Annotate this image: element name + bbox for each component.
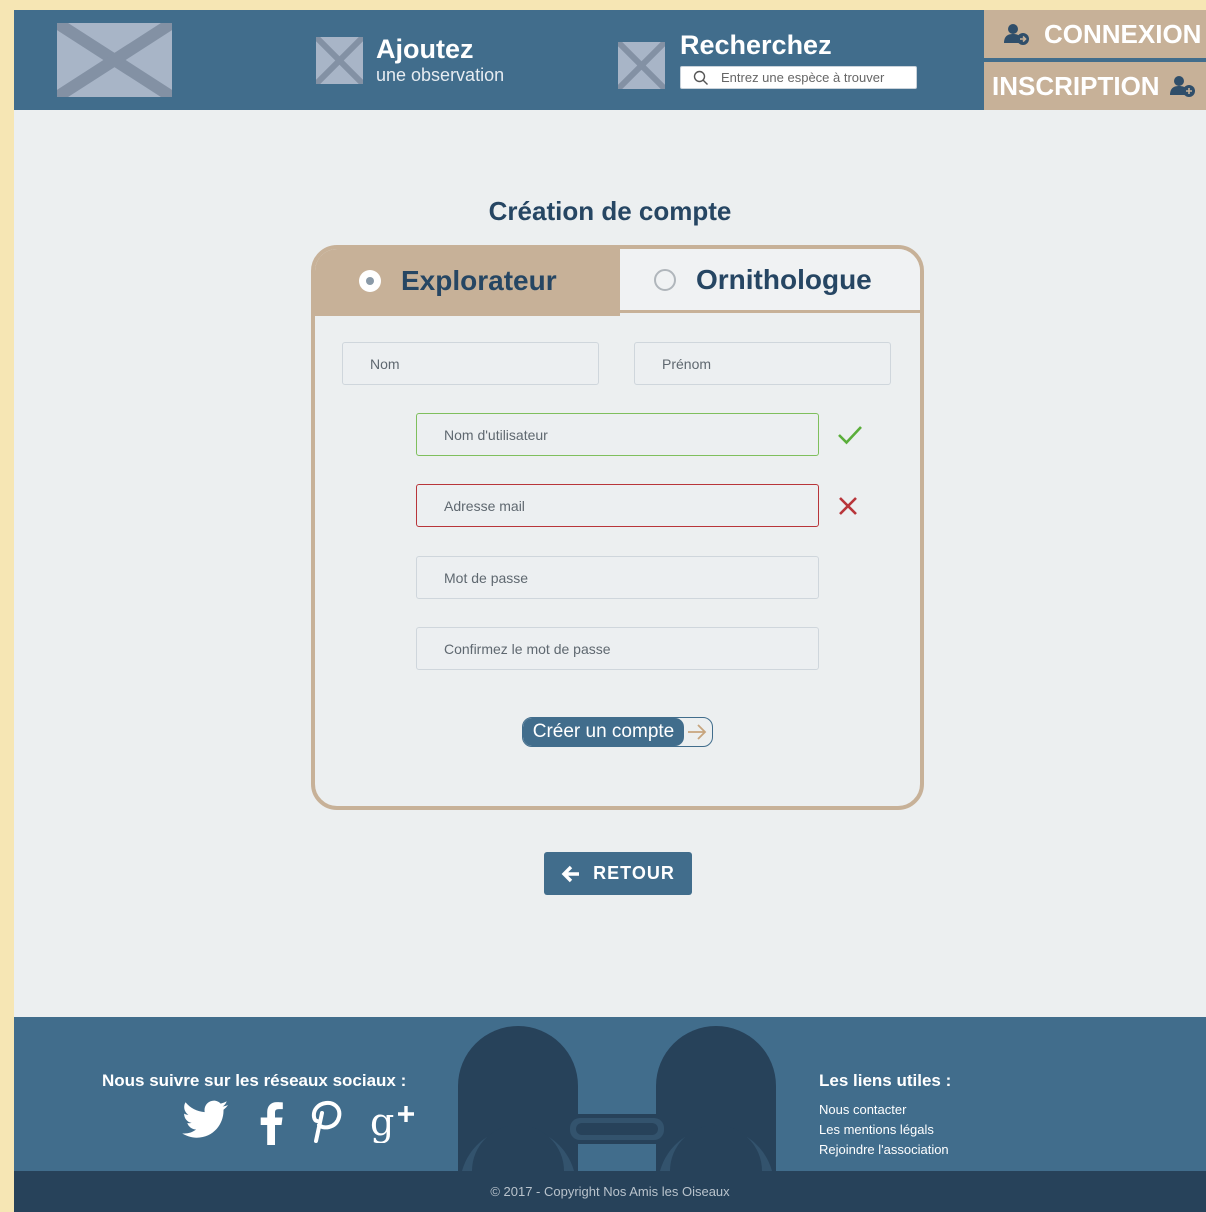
- pinterest-icon[interactable]: [310, 1099, 344, 1143]
- tab-explorateur[interactable]: Explorateur: [315, 249, 620, 313]
- page-title: Création de compte: [488, 196, 732, 226]
- radio-unselected-icon[interactable]: [654, 268, 676, 291]
- inscription-label: INSCRIPTION: [992, 70, 1160, 101]
- link-mentions-legales[interactable]: Les mentions légals: [819, 1122, 934, 1137]
- social-icons: g: [182, 1099, 422, 1147]
- links-title: Les liens utiles :: [819, 1071, 952, 1090]
- search-input[interactable]: [721, 68, 911, 87]
- social-title: Nous suivre sur les réseaux sociaux :: [102, 1071, 407, 1090]
- search-icon: [693, 70, 708, 85]
- username-field[interactable]: [416, 413, 819, 456]
- add-observation-title[interactable]: Ajoutez: [376, 34, 474, 65]
- prenom-field[interactable]: [634, 342, 891, 385]
- back-button[interactable]: RETOUR: [544, 852, 692, 895]
- email-input[interactable]: [417, 485, 818, 526]
- twitter-icon[interactable]: [182, 1099, 230, 1143]
- search-placeholder-image: [618, 42, 665, 89]
- header: Ajoutez une observation Recherchez CONNE…: [14, 10, 1206, 110]
- user-add-icon: [1169, 76, 1195, 97]
- prenom-input[interactable]: [635, 343, 890, 384]
- password-input[interactable]: [417, 557, 818, 598]
- radio-selected-icon[interactable]: [359, 270, 381, 292]
- error-cross-icon: [839, 497, 857, 515]
- back-label: RETOUR: [593, 863, 675, 883]
- page: Ajoutez une observation Recherchez CONNE…: [14, 10, 1206, 1212]
- link-contact[interactable]: Nous contacter: [819, 1102, 906, 1117]
- search-box[interactable]: [680, 66, 917, 89]
- add-observation-subtitle[interactable]: une observation: [376, 65, 504, 86]
- tab-explorateur-label: Explorateur: [401, 265, 557, 296]
- arrow-right-icon: [688, 724, 707, 740]
- nom-field[interactable]: [342, 342, 599, 385]
- copyright-text: © 2017 - Copyright Nos Amis les Oiseaux: [490, 1184, 730, 1199]
- binoculars-illustration: [458, 1026, 776, 1171]
- search-title: Recherchez: [680, 30, 832, 60]
- confirm-password-field[interactable]: [416, 627, 819, 670]
- svg-text:g: g: [370, 1100, 394, 1143]
- connexion-label: CONNEXION: [1044, 18, 1202, 49]
- tab-divider: [315, 313, 620, 316]
- logo-placeholder-image[interactable]: [57, 23, 172, 97]
- confirm-password-input[interactable]: [417, 628, 818, 669]
- link-join-association[interactable]: Rejoindre l'association: [819, 1142, 949, 1157]
- nom-input[interactable]: [343, 343, 598, 384]
- add-observation-placeholder-image[interactable]: [316, 37, 363, 84]
- tab-ornithologue-label: Ornithologue: [696, 263, 872, 295]
- user-login-icon: [1004, 24, 1029, 45]
- connexion-button[interactable]: CONNEXION: [984, 10, 1206, 58]
- arrow-left-icon: [561, 865, 580, 882]
- create-account-button[interactable]: Créer un compte: [522, 717, 713, 747]
- facebook-icon[interactable]: [258, 1101, 284, 1145]
- password-field[interactable]: [416, 556, 819, 599]
- username-input[interactable]: [417, 414, 818, 455]
- inscription-button[interactable]: INSCRIPTION: [984, 62, 1206, 110]
- checkmark-icon: [838, 426, 862, 445]
- copyright-bar: © 2017 - Copyright Nos Amis les Oiseaux: [14, 1171, 1206, 1212]
- create-account-label: Créer un compte: [532, 721, 675, 742]
- tab-ornithologue[interactable]: Ornithologue: [620, 249, 920, 313]
- google-plus-icon[interactable]: g: [370, 1099, 418, 1144]
- email-field[interactable]: [416, 484, 819, 527]
- registration-card: Explorateur Ornithologue Nom Prénom Nom …: [311, 245, 924, 810]
